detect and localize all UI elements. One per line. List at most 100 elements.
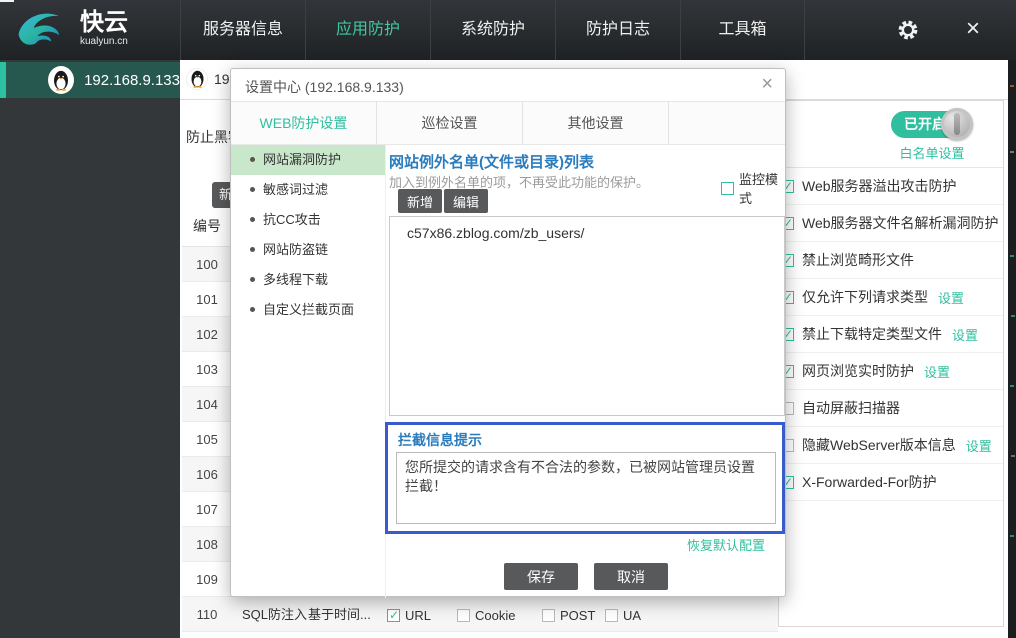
check-option-ua: UA — [605, 608, 641, 623]
web-protection-panel: 已开启 白名单设置 Web服务器溢出攻击防护 Web服务器文件名解析漏洞防护禁止浏… — [778, 100, 1004, 627]
menu-item-label: 抗CC攻击 — [263, 212, 321, 227]
sidebar-server-item[interactable]: 192.168.9.133 — [0, 62, 180, 98]
protection-item-label: 禁止浏览畸形文件 — [802, 252, 914, 268]
protection-item[interactable]: 禁止下载特定类型文件设置 — [779, 316, 1003, 353]
rule-name: SQL防注入 — [242, 607, 308, 622]
protection-item[interactable]: 仅允许下列请求类型设置 — [779, 279, 1003, 316]
bullet-icon — [250, 217, 255, 222]
protection-item[interactable]: 网页浏览实时防护设置 — [779, 353, 1003, 390]
brand-name: 快云 — [80, 8, 128, 36]
row-number: 108 — [196, 537, 218, 552]
check-option-post: POST — [542, 608, 595, 623]
checkbox[interactable] — [605, 609, 618, 622]
settings-menu-item-1[interactable]: 网站漏洞防护 — [231, 145, 385, 175]
desktop-sliver-specks — [1010, 85, 1014, 87]
edit-button[interactable]: 编辑 — [444, 189, 489, 213]
whitelist-settings-link[interactable]: 白名单设置 — [889, 143, 975, 162]
protection-item-label: 自动屏蔽扫描器 — [802, 400, 900, 416]
window-close-icon[interactable]: × — [966, 14, 980, 44]
settings-dialog: 设置中心 (192.168.9.133) × WEB防护设置 巡检设置 其他设置 网… — [230, 68, 786, 598]
desktop-sliver — [1008, 60, 1016, 638]
dialog-title: 设置中心 (192.168.9.133) — [245, 79, 404, 95]
settings-menu-item-6[interactable]: 自定义拦截页面 — [231, 295, 385, 325]
settings-link[interactable]: 设置 — [966, 436, 992, 455]
dialog-titlebar: 设置中心 (192.168.9.133) × — [231, 69, 785, 102]
nav-tab-2[interactable]: 应用防护 — [305, 0, 430, 60]
protection-item-label: Web服务器溢出攻击防护 — [802, 178, 957, 194]
settings-menu-item-3[interactable]: 抗CC攻击 — [231, 205, 385, 235]
checkbox-label: URL — [405, 608, 432, 623]
checkbox[interactable] — [457, 609, 470, 622]
toggle-knob-icon[interactable] — [941, 108, 973, 140]
row-number: 102 — [196, 327, 218, 342]
menu-item-label: 敏感词过滤 — [263, 182, 329, 197]
check-option-cookie: Cookie — [457, 608, 515, 623]
sidebar-server-ip: 192.168.9.133 — [84, 71, 180, 89]
checkbox[interactable] — [542, 609, 555, 622]
table-header-id: 编号 — [193, 218, 221, 234]
main-nav-tabs: 服务器信息 应用防护 系统防护 防护日志 工具箱 — [180, 0, 805, 60]
settings-menu-item-5[interactable]: 多线程下载 — [231, 265, 385, 295]
nav-tab-1[interactable]: 服务器信息 — [180, 0, 305, 60]
dialog-tabs: WEB防护设置 巡检设置 其他设置 — [231, 102, 785, 145]
bullet-icon — [250, 187, 255, 192]
cancel-button[interactable]: 取消 — [594, 563, 668, 590]
protection-item[interactable]: 隐藏WebServer版本信息 设置 — [779, 427, 1003, 464]
settings-link[interactable]: 设置 — [938, 288, 964, 307]
row-number: 101 — [196, 292, 218, 307]
table-row[interactable]: 110 SQL防注入基于时间... URL Cookie POST UA — [182, 597, 778, 632]
settings-link[interactable]: 设置 — [924, 362, 950, 381]
monitor-mode-checkbox[interactable] — [721, 181, 734, 195]
protection-item-label: 隐藏WebServer版本信息 — [802, 437, 956, 453]
menu-item-label: 自定义拦截页面 — [263, 302, 355, 317]
bullet-icon — [250, 247, 255, 252]
checkbox-label: UA — [623, 608, 642, 623]
save-button[interactable]: 保存 — [504, 563, 578, 590]
protection-item-label: 仅允许下列请求类型 — [802, 289, 928, 305]
protection-item-list: Web服务器溢出攻击防护 Web服务器文件名解析漏洞防护禁止浏览畸形文件仅允许下列… — [779, 168, 1003, 501]
nav-tab-3[interactable]: 系统防护 — [430, 0, 555, 60]
menu-item-label: 网站防盗链 — [263, 242, 329, 257]
protection-item-label: Web服务器文件名解析漏洞防护 — [802, 215, 999, 231]
row-number: 104 — [196, 397, 218, 412]
protection-item[interactable]: 自动屏蔽扫描器 — [779, 390, 1003, 427]
minimize-icon[interactable] — [0, 0, 14, 2]
rule-desc: 基于时间... — [308, 607, 371, 622]
row-number: 105 — [196, 432, 218, 447]
settings-menu-item-2[interactable]: 敏感词过滤 — [231, 175, 385, 205]
settings-tab-2[interactable]: 巡检设置 — [377, 102, 523, 144]
settings-menu-item-4[interactable]: 网站防盗链 — [231, 235, 385, 265]
menu-item-label: 网站漏洞防护 — [263, 152, 342, 167]
panel-header: 已开启 白名单设置 — [779, 101, 1003, 168]
bullet-icon — [250, 157, 255, 162]
protection-item[interactable]: Web服务器文件名解析漏洞防护 — [779, 205, 1003, 242]
row-number: 109 — [196, 572, 218, 587]
settings-gear-icon[interactable] — [896, 18, 920, 42]
list-item[interactable]: c57x86.zblog.com/zb_users/ — [390, 217, 784, 249]
exception-list-title: 网站例外名单(文件或目录)列表 — [389, 154, 594, 171]
exception-listbox[interactable]: c57x86.zblog.com/zb_users/ — [389, 216, 785, 416]
settings-tab-3[interactable]: 其他设置 — [523, 102, 669, 144]
check-option-url: URL — [387, 608, 431, 623]
protection-item-label: 网页浏览实时防护 — [802, 363, 914, 379]
protection-item-label: 禁止下载特定类型文件 — [802, 326, 942, 342]
monitor-mode-option[interactable]: 监控模式 — [721, 169, 785, 207]
dialog-close-icon[interactable]: × — [761, 73, 773, 96]
app-logo: 快云 kualyun.cn — [14, 6, 128, 50]
nav-tab-5[interactable]: 工具箱 — [680, 0, 805, 60]
intercept-message-input[interactable]: 您所提交的请求含有不合法的参数，已被网站管理员设置拦截！ — [396, 452, 776, 524]
protection-item[interactable]: X-Forwarded-For防护 — [779, 464, 1003, 501]
settings-link[interactable]: 设置 — [952, 325, 978, 344]
row-number: 110 — [196, 607, 218, 622]
row-number: 100 — [196, 257, 218, 272]
checkbox[interactable] — [387, 608, 400, 622]
settings-tab-1[interactable]: WEB防护设置 — [231, 102, 377, 144]
restore-defaults-link[interactable]: 恢复默认配置 — [687, 535, 765, 554]
nav-tab-4[interactable]: 防护日志 — [555, 0, 680, 60]
add-button[interactable]: 新增 — [398, 189, 443, 213]
intercept-message-highlight-box: 拦截信息提示 您所提交的请求含有不合法的参数，已被网站管理员设置拦截！ — [385, 422, 785, 534]
protection-item[interactable]: 禁止浏览畸形文件 — [779, 242, 1003, 279]
app-window: 192.168.9.133 防止黑客 新增 编号 100101102103104… — [0, 0, 1016, 638]
row-number: 103 — [196, 362, 218, 377]
protection-item[interactable]: Web服务器溢出攻击防护 — [779, 168, 1003, 205]
